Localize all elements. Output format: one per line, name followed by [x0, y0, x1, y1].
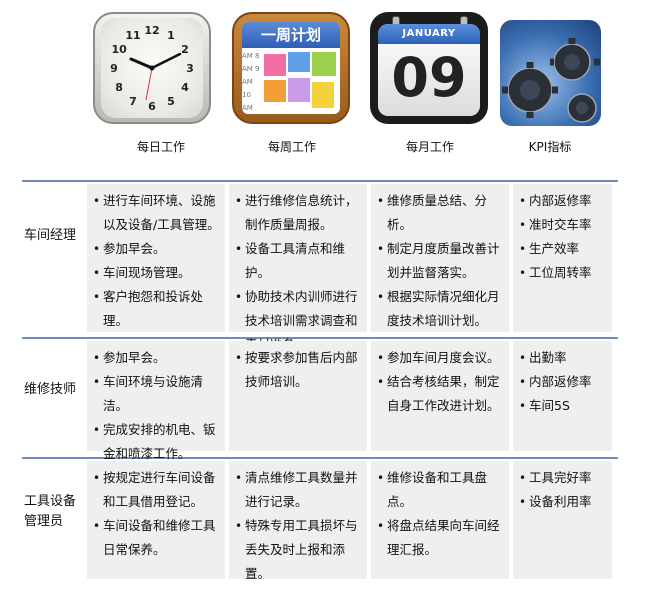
- role-label: 维修技师: [24, 382, 77, 397]
- planner-hour: AM 11: [242, 104, 253, 112]
- task-item: 按规定进行车间设备和工具借用登记。: [93, 466, 221, 514]
- cell-daily: 参加早会。 车间环境与设施清洁。 完成安排的机电、钣金和喷漆工作。: [87, 341, 225, 461]
- cell-monthly: 维修设备和工具盘点。 将盘点结果向车间经理汇报。: [371, 461, 509, 579]
- task-item: 按要求参加售后内部技师培训。: [235, 346, 363, 394]
- task-list: 按规定进行车间设备和工具借用登记。 车间设备和维修工具日常保养。: [93, 466, 221, 562]
- task-item: 车间设备和维修工具日常保养。: [93, 514, 221, 562]
- kpi-list: 出勤率 内部返修率 车间5S: [519, 346, 608, 418]
- role-label: 车间经理: [24, 228, 77, 243]
- task-item: 完成安排的机电、钣金和喷漆工作。: [93, 418, 221, 466]
- row-divider: [22, 180, 618, 182]
- clock-numeral: 10: [111, 43, 127, 56]
- planner-block: [264, 80, 286, 102]
- kpi-list: 工具完好率 设备利用率: [519, 466, 608, 514]
- task-list: 参加车间月度会议。 结合考核结果，制定自身工作改进计划。: [377, 346, 505, 418]
- cell-weekly: 进行维修信息统计，制作质量周报。 设备工具清点和维护。 协助技术内训师进行技术培…: [229, 184, 367, 352]
- task-item: 参加车间月度会议。: [377, 346, 505, 370]
- planner-block: [312, 52, 336, 76]
- clock-icon: 12 1 2 3 4 5 6 7 8 9 10 11: [93, 12, 211, 124]
- clock-numeral: 2: [181, 43, 189, 56]
- weekly-planner-icon: 一周计划 AM 8 AM 9 AM 10 AM 11: [232, 12, 350, 124]
- task-item: 将盘点结果向车间经理汇报。: [377, 514, 505, 562]
- task-item: 进行维修信息统计，制作质量周报。: [235, 189, 363, 237]
- calendar-month: JANUARY: [378, 24, 480, 44]
- task-item: 维修设备和工具盘点。: [377, 466, 505, 514]
- task-list: 清点维修工具数量并进行记录。 特殊专用工具损坏与丢失及时上报和添置。: [235, 466, 363, 586]
- planner-block: [264, 54, 286, 76]
- clock-numeral: 1: [167, 29, 175, 42]
- clock-numeral: 8: [115, 81, 123, 94]
- task-list: 参加早会。 车间环境与设施清洁。 完成安排的机电、钣金和喷漆工作。: [93, 346, 221, 466]
- cell-kpi: 工具完好率 设备利用率: [513, 461, 612, 579]
- gears-graphic: [502, 38, 600, 123]
- kpi-item: 出勤率: [519, 346, 608, 370]
- clock-numeral: 5: [167, 95, 175, 108]
- kpi-item: 工位周转率: [519, 261, 608, 285]
- cell-monthly: 参加车间月度会议。 结合考核结果，制定自身工作改进计划。: [371, 341, 509, 451]
- header-monthly: 每月工作: [405, 140, 454, 154]
- clock-numeral: 3: [186, 62, 194, 75]
- task-item: 参加早会。: [93, 237, 221, 261]
- task-item: 维修质量总结、分析。: [377, 189, 505, 237]
- calendar-page: JANUARY 09: [378, 24, 480, 116]
- clock-numeral: 11: [125, 29, 140, 42]
- cell-weekly: 清点维修工具数量并进行记录。 特殊专用工具损坏与丢失及时上报和添置。: [229, 461, 367, 581]
- cell-daily: 进行车间环境、设施以及设备/工具管理。 参加早会。 车间现场管理。 客户抱怨和投…: [87, 184, 225, 332]
- gears-icon: [500, 20, 601, 126]
- planner-hour: AM 8: [242, 52, 260, 60]
- clock-face: 12 1 2 3 4 5 6 7 8 9 10 11: [101, 18, 203, 118]
- cell-kpi: 内部返修率 准时交车率 生产效率 工位周转率: [513, 184, 612, 332]
- planner-block: [288, 78, 310, 102]
- clock-numeral: 4: [181, 81, 189, 94]
- planner-hour: AM 10: [242, 78, 253, 99]
- task-item: 结合考核结果，制定自身工作改进计划。: [377, 370, 505, 418]
- cell-monthly: 维修质量总结、分析。 制定月度质量改善计划并监督落实。 根据实际情况细化月度技术…: [371, 184, 509, 332]
- task-item: 车间现场管理。: [93, 261, 221, 285]
- task-item: 根据实际情况细化月度技术培训计划。: [377, 285, 505, 333]
- task-item: 进行车间环境、设施以及设备/工具管理。: [93, 189, 221, 237]
- task-item: 车间环境与设施清洁。: [93, 370, 221, 418]
- clock-dial: 12 12 3 45678 9 1011: [110, 24, 194, 113]
- task-item: 设备工具清点和维护。: [235, 237, 363, 285]
- cell-kpi: 出勤率 内部返修率 车间5S: [513, 341, 612, 451]
- task-item: 客户抱怨和投诉处理。: [93, 285, 221, 333]
- clock-numeral: 9: [110, 62, 118, 75]
- weekly-planner-hours: AM 8 AM 9 AM 10 AM 11: [242, 50, 262, 114]
- kpi-item: 设备利用率: [519, 490, 608, 514]
- role-label: 工具设备管理员: [24, 494, 77, 529]
- task-item: 制定月度质量改善计划并监督落实。: [377, 237, 505, 285]
- kpi-item: 内部返修率: [519, 370, 608, 394]
- task-list: 维修质量总结、分析。 制定月度质量改善计划并监督落实。 根据实际情况细化月度技术…: [377, 189, 505, 333]
- task-list: 按要求参加售后内部技师培训。: [235, 346, 363, 394]
- kpi-item: 内部返修率: [519, 189, 608, 213]
- planner-hour: AM 9: [242, 65, 260, 73]
- kpi-item: 车间5S: [519, 394, 608, 418]
- header-kpi: KPI指标: [528, 140, 572, 154]
- task-list: 进行维修信息统计，制作质量周报。 设备工具清点和维护。 协助技术内训师进行技术培…: [235, 189, 363, 357]
- calendar-icon: JANUARY 09: [370, 12, 488, 124]
- task-list: 维修设备和工具盘点。 将盘点结果向车间经理汇报。: [377, 466, 505, 562]
- kpi-item: 生产效率: [519, 237, 608, 261]
- cell-daily: 按规定进行车间设备和工具借用登记。 车间设备和维修工具日常保养。: [87, 461, 225, 579]
- header-weekly: 每周工作: [267, 140, 316, 154]
- calendar-day: 09: [391, 46, 467, 109]
- weekly-planner-title: 一周计划: [242, 22, 340, 48]
- clock-numeral: 7: [129, 95, 137, 108]
- planner-block: [312, 82, 334, 108]
- cell-weekly: 按要求参加售后内部技师培训。: [229, 341, 367, 451]
- clock-numeral: 12: [144, 24, 159, 37]
- task-list: 进行车间环境、设施以及设备/工具管理。 参加早会。 车间现场管理。 客户抱怨和投…: [93, 189, 221, 333]
- task-item: 清点维修工具数量并进行记录。: [235, 466, 363, 514]
- kpi-item: 工具完好率: [519, 466, 608, 490]
- task-item: 特殊专用工具损坏与丢失及时上报和添置。: [235, 514, 363, 586]
- kpi-list: 内部返修率 准时交车率 生产效率 工位周转率: [519, 189, 608, 285]
- clock-numeral: 6: [148, 100, 156, 113]
- header-daily: 每日工作: [136, 140, 185, 154]
- kpi-item: 准时交车率: [519, 213, 608, 237]
- weekly-planner-sheet: 一周计划 AM 8 AM 9 AM 10 AM 11: [242, 22, 340, 114]
- planner-block: [288, 52, 310, 72]
- task-item: 参加早会。: [93, 346, 221, 370]
